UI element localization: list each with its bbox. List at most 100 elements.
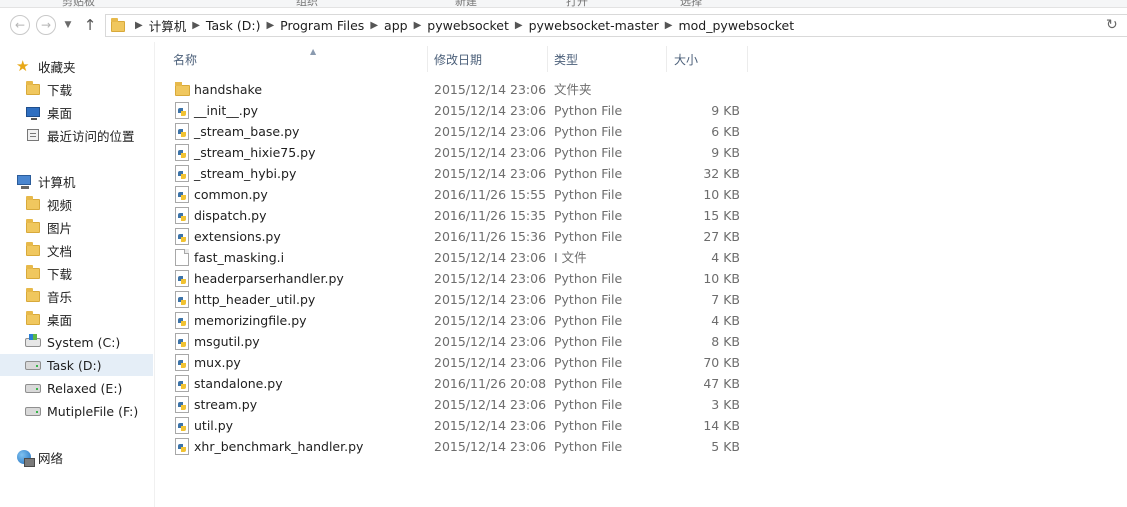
file-type: Python File	[554, 124, 623, 139]
nav-label: System (C:)	[47, 334, 121, 350]
recent-places-icon	[25, 127, 41, 143]
nav-item-recent-places[interactable]: 最近访问的位置	[0, 124, 153, 146]
back-button[interactable]: ←	[10, 15, 30, 35]
file-date: 2016/11/26 20:08	[434, 376, 547, 391]
recent-locations-button[interactable]: ▼	[62, 17, 74, 33]
column-header-type[interactable]: 类型	[554, 47, 654, 71]
forward-button[interactable]: →	[36, 15, 56, 35]
chevron-right-icon[interactable]: ▶	[408, 20, 428, 31]
up-button[interactable]: ↑	[80, 15, 100, 35]
file-row[interactable]: msgutil.py 2015/12/14 23:06 Python File 8 K…	[156, 331, 756, 352]
file-row[interactable]: xhr_benchmark_handler.py 2015/12/14 23:06…	[156, 436, 756, 457]
file-name: stream.py	[194, 397, 258, 412]
file-type: Python File	[554, 103, 623, 118]
column-label: 大小	[674, 52, 699, 67]
file-row[interactable]: __init__.py 2015/12/14 23:06 Python File 9 …	[156, 100, 756, 121]
nav-label: 最近访问的位置	[47, 128, 135, 144]
chevron-right-icon[interactable]: ▶	[129, 20, 149, 31]
file-row[interactable]: _stream_hixie75.py 2015/12/14 23:06 Python…	[156, 142, 756, 163]
nav-item-documents[interactable]: 文档	[0, 239, 153, 261]
column-divider[interactable]	[547, 46, 548, 72]
chevron-right-icon[interactable]: ▶	[260, 20, 280, 31]
file-row[interactable]: fast_masking.i 2015/12/14 23:06 I 文件 4 KB	[156, 247, 756, 268]
file-type: Python File	[554, 229, 623, 244]
chevron-right-icon[interactable]: ▶	[509, 20, 529, 31]
file-date: 2016/11/26 15:35	[434, 208, 547, 223]
file-row[interactable]: stream.py 2015/12/14 23:06 Python File 3 KB	[156, 394, 756, 415]
file-date: 2015/12/14 23:06	[434, 397, 547, 412]
drive-icon	[25, 403, 41, 419]
breadcrumb-item[interactable]: 计算机	[149, 16, 187, 35]
file-size: 14 KB	[703, 418, 740, 433]
nav-label: 计算机	[38, 174, 76, 190]
breadcrumb-item[interactable]: pywebsocket	[427, 18, 509, 33]
column-label: 类型	[554, 52, 579, 67]
column-header-name[interactable]: 名称 ▲	[173, 47, 423, 71]
python-file-icon	[174, 102, 190, 119]
nav-item-pictures[interactable]: 图片	[0, 216, 153, 238]
nav-item-downloads-library[interactable]: 下载	[0, 262, 153, 284]
python-file-icon	[174, 123, 190, 140]
file-row[interactable]: dispatch.py 2016/11/26 15:35 Python File 15…	[156, 205, 756, 226]
column-header-size[interactable]: 大小	[674, 47, 744, 71]
file-row[interactable]: _stream_base.py 2015/12/14 23:06 Python Fi…	[156, 121, 756, 142]
python-file-icon	[174, 438, 190, 455]
file-name: xhr_benchmark_handler.py	[194, 439, 364, 454]
breadcrumb-item[interactable]: pywebsocket-master	[529, 18, 659, 33]
nav-label: 桌面	[47, 312, 73, 328]
nav-item-downloads[interactable]: 下载	[0, 78, 153, 100]
nav-item-desktop[interactable]: 桌面	[0, 101, 153, 123]
nav-item-music[interactable]: 音乐	[0, 285, 153, 307]
file-row[interactable]: common.py 2016/11/26 15:55 Python File 10 K…	[156, 184, 756, 205]
file-size: 3 KB	[711, 397, 740, 412]
nav-item-drive-e[interactable]: Relaxed (E:)	[0, 377, 153, 399]
refresh-icon: ↻	[1106, 17, 1118, 33]
file-date: 2015/12/14 23:06	[434, 355, 547, 370]
column-header-date[interactable]: 修改日期	[434, 47, 544, 71]
nav-network[interactable]: 网络	[0, 446, 153, 468]
breadcrumb-item[interactable]: app	[384, 18, 408, 33]
python-file-icon	[174, 228, 190, 245]
nav-item-drive-d[interactable]: Task (D:)	[0, 354, 153, 376]
file-size: 5 KB	[711, 439, 740, 454]
file-type: I 文件	[554, 250, 587, 265]
file-icon	[174, 249, 190, 266]
file-row[interactable]: util.py 2015/12/14 23:06 Python File 14 KB	[156, 415, 756, 436]
column-divider[interactable]	[747, 46, 748, 72]
breadcrumb-item[interactable]: Task (D:)	[206, 18, 261, 33]
refresh-button[interactable]: ↻	[1106, 16, 1120, 34]
column-divider[interactable]	[666, 46, 667, 72]
breadcrumb-item[interactable]: Program Files	[280, 18, 364, 33]
file-row[interactable]: extensions.py 2016/11/26 15:36 Python File…	[156, 226, 756, 247]
python-file-icon	[174, 312, 190, 329]
nav-item-videos[interactable]: 视频	[0, 193, 153, 215]
file-row[interactable]: _stream_hybi.py 2015/12/14 23:06 Python Fi…	[156, 163, 756, 184]
nav-item-drive-c[interactable]: System (C:)	[0, 331, 153, 353]
python-file-icon	[174, 291, 190, 308]
column-divider[interactable]	[427, 46, 428, 72]
file-date: 2015/12/14 23:06	[434, 124, 547, 139]
ribbon-group-label: 剪贴板	[62, 0, 95, 8]
download-folder-icon	[25, 81, 41, 97]
folder-row[interactable]: handshake 2015/12/14 23:06 文件夹	[156, 79, 756, 100]
nav-favorites[interactable]: ★ 收藏夹	[0, 55, 153, 77]
file-date: 2015/12/14 23:06	[434, 313, 547, 328]
python-file-icon	[174, 333, 190, 350]
file-name: msgutil.py	[194, 334, 260, 349]
chevron-right-icon[interactable]: ▶	[364, 20, 384, 31]
file-row[interactable]: mux.py 2015/12/14 23:06 Python File 70 KB	[156, 352, 756, 373]
chevron-right-icon[interactable]: ▶	[659, 20, 679, 31]
file-row[interactable]: http_header_util.py 2015/12/14 23:06 Pytho…	[156, 289, 756, 310]
file-size: 27 KB	[703, 229, 740, 244]
nav-computer[interactable]: 计算机	[0, 170, 153, 192]
file-name: dispatch.py	[194, 208, 267, 223]
address-box[interactable]: ▶ 计算机 ▶ Task (D:) ▶ Program Files ▶ app …	[105, 14, 1127, 37]
nav-item-desktop-library[interactable]: 桌面	[0, 308, 153, 330]
chevron-right-icon[interactable]: ▶	[186, 20, 206, 31]
file-row[interactable]: headerparserhandler.py 2015/12/14 23:06 Py…	[156, 268, 756, 289]
nav-item-drive-f[interactable]: MutipleFile (F:)	[0, 400, 153, 422]
file-row[interactable]: memorizingfile.py 2015/12/14 23:06 Python …	[156, 310, 756, 331]
breadcrumb-item[interactable]: mod_pywebsocket	[678, 18, 794, 33]
file-row[interactable]: standalone.py 2016/11/26 20:08 Python File…	[156, 373, 756, 394]
system-drive-icon	[25, 334, 41, 350]
